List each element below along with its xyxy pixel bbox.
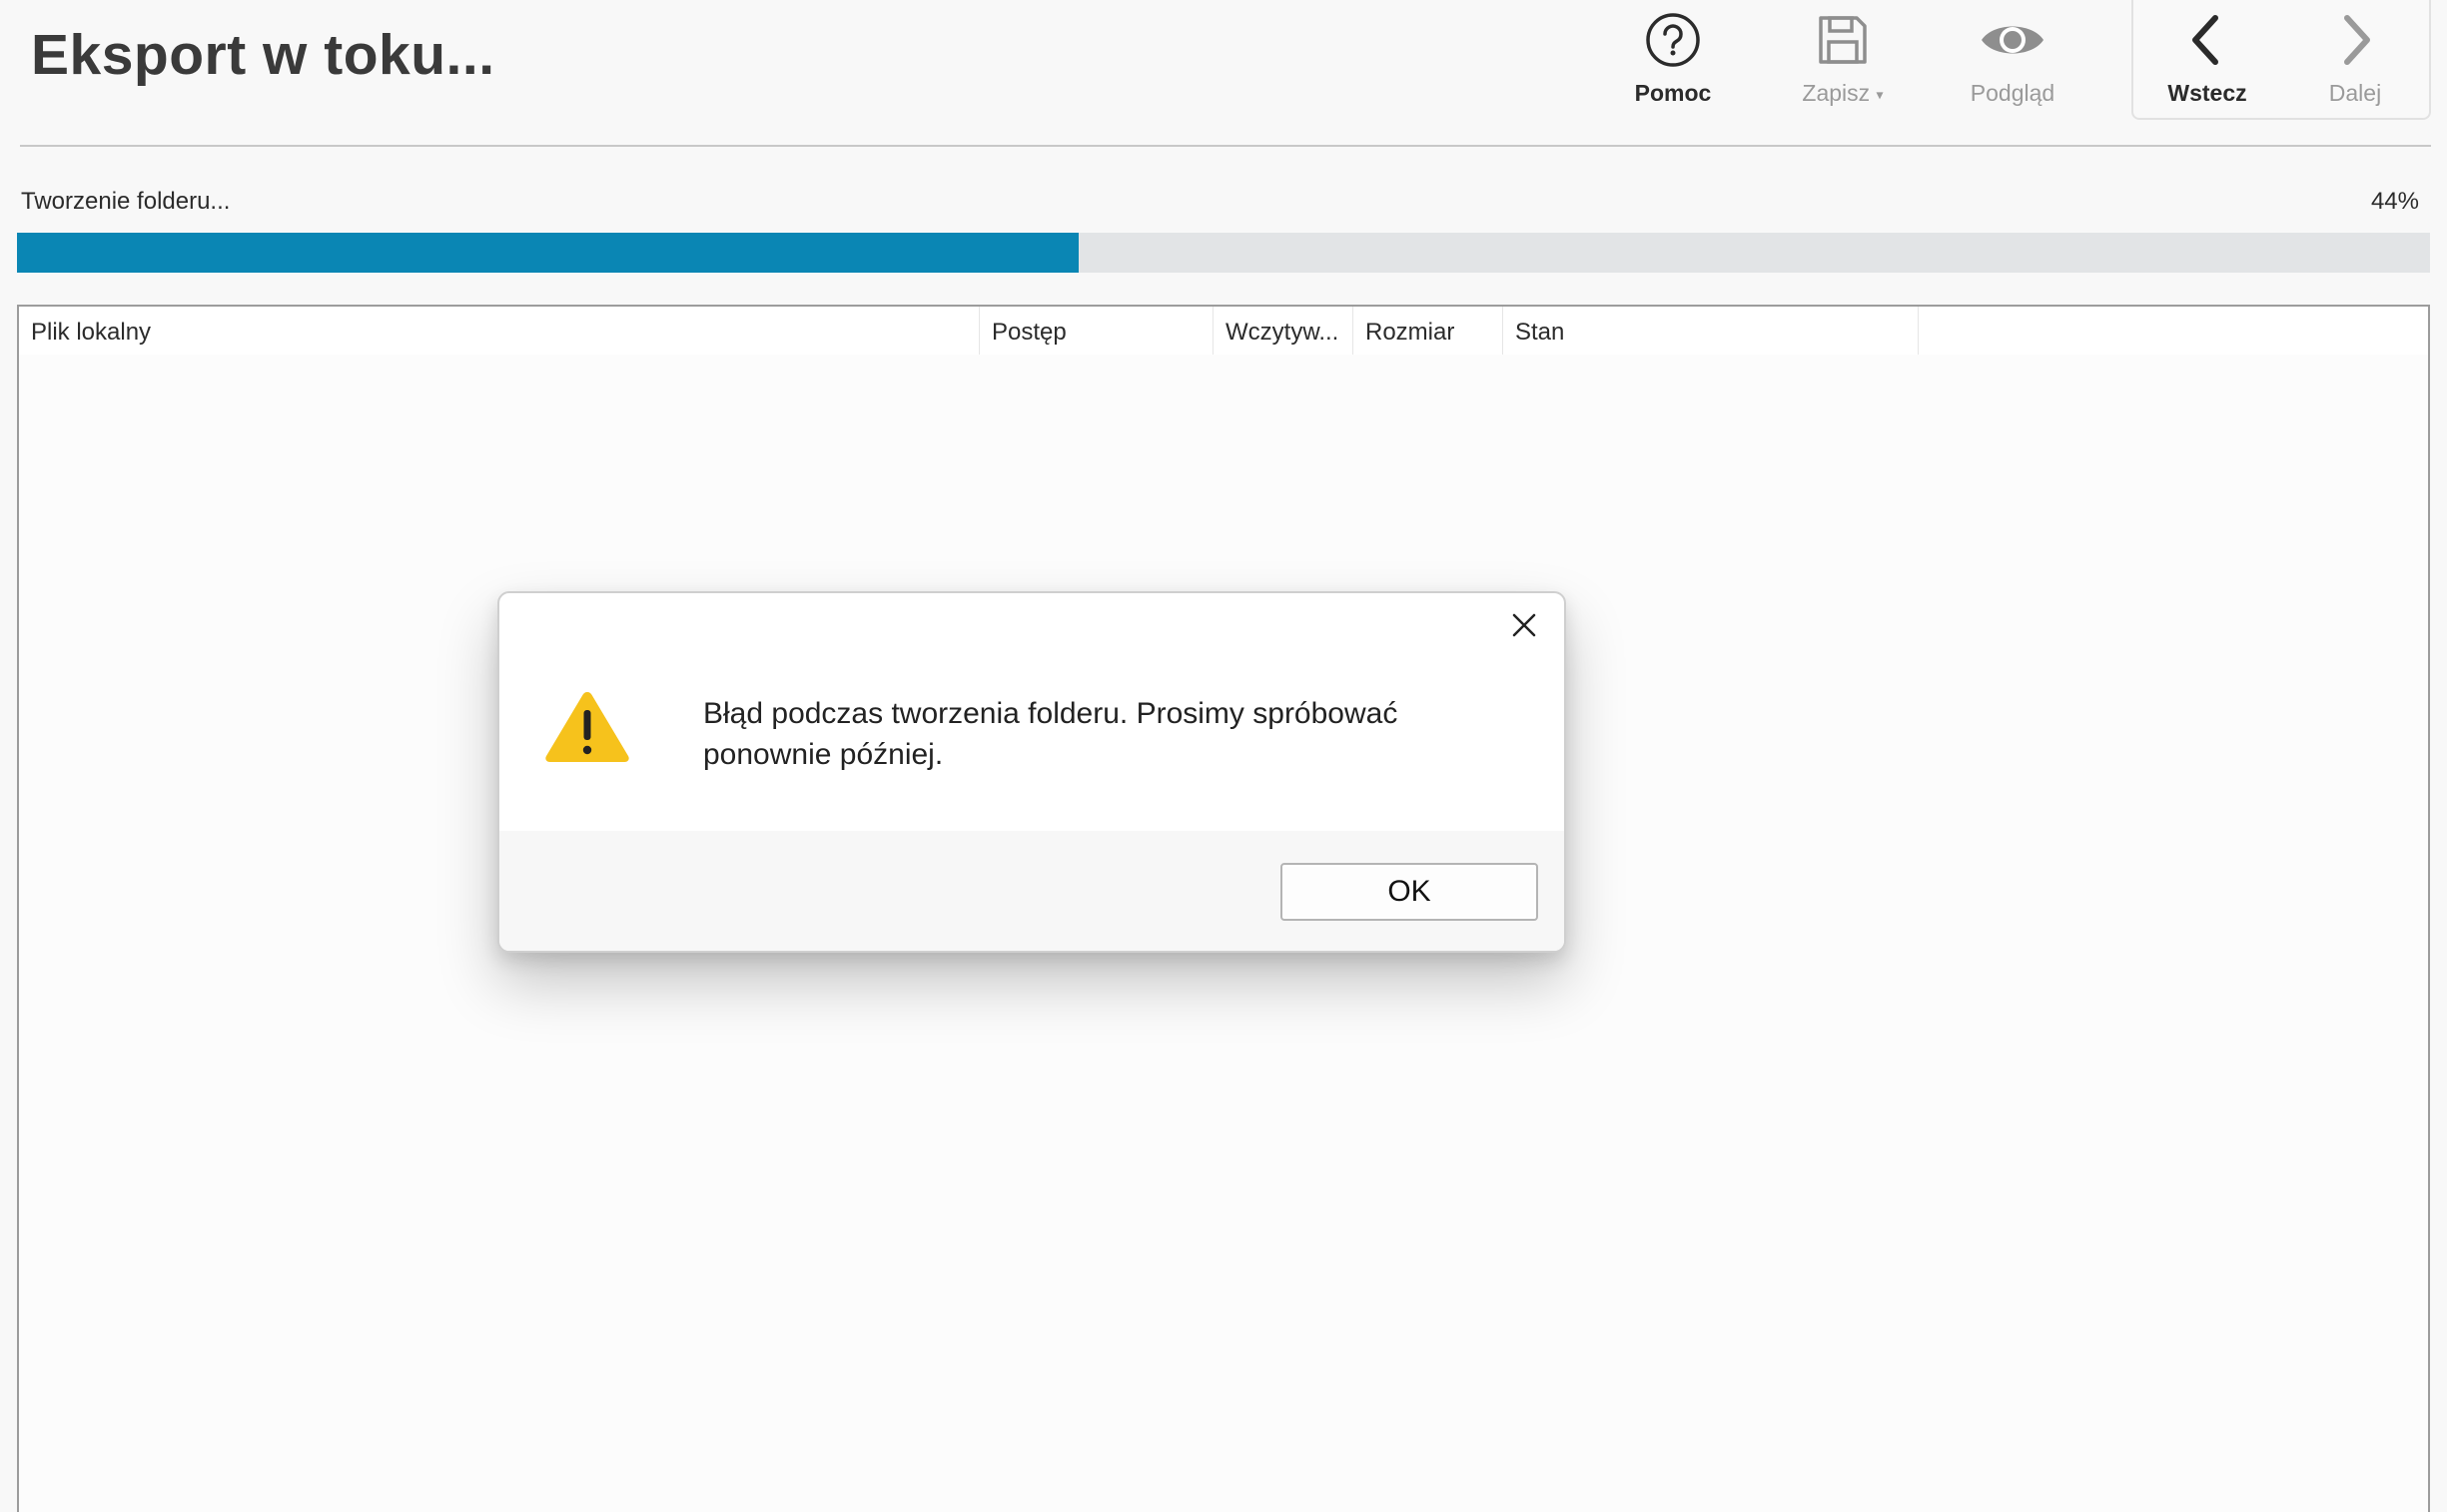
save-button[interactable]: Zapisz ▾ bbox=[1758, 0, 1928, 118]
header-divider bbox=[20, 145, 2431, 147]
export-window: Eksport w toku... Pomoc Zapisz ▾ Podgląd… bbox=[0, 0, 2447, 1512]
dialog-message: Błąd podczas tworzenia folderu. Prosimy … bbox=[703, 697, 1398, 771]
progress-bar bbox=[17, 233, 2430, 273]
table-header: Plik lokalny Postęp Wczytyw... Rozmiar S… bbox=[19, 307, 2428, 355]
next-button[interactable]: Dalej bbox=[2281, 0, 2429, 118]
ok-button[interactable]: OK bbox=[1280, 863, 1538, 921]
column-header-progress[interactable]: Postęp bbox=[980, 307, 1214, 355]
error-dialog: Błąd podczas tworzenia folderu. Prosimy … bbox=[497, 591, 1566, 953]
dialog-footer: OK bbox=[499, 831, 1564, 951]
eye-icon bbox=[1978, 12, 2047, 68]
column-header-empty bbox=[1919, 307, 2428, 355]
column-header-status[interactable]: Stan bbox=[1503, 307, 1919, 355]
save-label: Zapisz ▾ bbox=[1802, 80, 1883, 107]
chevron-left-icon bbox=[2179, 12, 2235, 68]
next-label: Dalej bbox=[2328, 80, 2382, 106]
save-label-text: Zapisz bbox=[1802, 80, 1871, 106]
help-button[interactable]: Pomoc bbox=[1588, 0, 1758, 118]
progress-percent: 44% bbox=[2370, 188, 2419, 215]
column-header-local-file[interactable]: Plik lokalny bbox=[19, 307, 980, 355]
floppy-disk-icon bbox=[1815, 12, 1871, 68]
close-icon bbox=[1511, 612, 1537, 643]
question-circle-icon bbox=[1645, 12, 1701, 68]
help-label: Pomoc bbox=[1634, 80, 1712, 106]
preview-button[interactable]: Podgląd bbox=[1928, 0, 2097, 118]
preview-label: Podgląd bbox=[1970, 80, 2055, 106]
warning-triangle-icon bbox=[543, 688, 631, 769]
chevron-right-icon bbox=[2327, 12, 2383, 68]
progress-fill bbox=[17, 233, 1080, 273]
page-title: Eksport w toku... bbox=[31, 23, 495, 87]
dialog-close-button[interactable] bbox=[1502, 605, 1546, 649]
column-header-size[interactable]: Rozmiar bbox=[1353, 307, 1503, 355]
back-label: Wstecz bbox=[2167, 80, 2247, 106]
caret-down-icon: ▾ bbox=[1876, 86, 1884, 103]
navigation-group: Wstecz Dalej bbox=[2131, 0, 2431, 120]
toolbar: Pomoc Zapisz ▾ Podgląd bbox=[1588, 0, 2097, 118]
back-button[interactable]: Wstecz bbox=[2133, 0, 2281, 118]
progress-status: Tworzenie folderu... bbox=[21, 188, 231, 215]
column-header-loading[interactable]: Wczytyw... bbox=[1214, 307, 1353, 355]
